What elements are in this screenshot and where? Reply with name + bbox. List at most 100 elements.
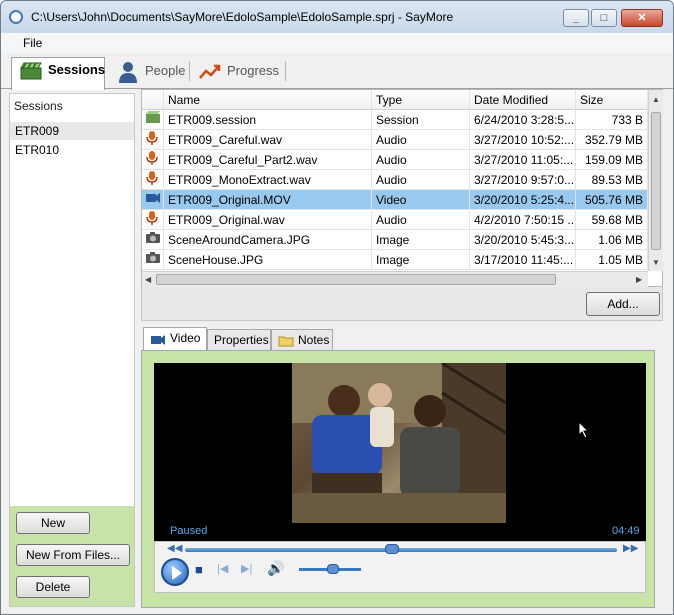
folder-icon — [278, 336, 294, 347]
file-date: 3/17/2010 11:45:... — [470, 250, 576, 270]
file-size: 59.68 MB — [576, 210, 648, 230]
playback-time: 04:49 — [612, 525, 640, 537]
close-button[interactable]: ✕ — [621, 9, 663, 27]
playback-status: Paused — [170, 525, 208, 537]
vertical-scroll-thumb[interactable] — [651, 112, 661, 250]
stop-icon[interactable]: ■ — [195, 562, 203, 577]
file-date: 3/20/2010 5:45:3... — [470, 230, 576, 250]
file-date: 4/2/2010 7:50:15 ... — [470, 210, 576, 230]
file-date: 3/27/2010 9:57:0... — [470, 170, 576, 190]
delete-session-button[interactable]: Delete — [16, 576, 90, 598]
scroll-left-icon[interactable]: ◀ — [145, 275, 151, 284]
table-row-selected[interactable]: ETR009_Original.MOV Video 3/20/2010 5:25… — [142, 190, 648, 210]
chart-trend-icon — [199, 64, 221, 79]
tab-divider — [189, 61, 190, 81]
video-frame-image — [292, 363, 506, 523]
table-row[interactable]: SceneHouse.JPG Image 3/17/2010 11:45:...… — [142, 250, 648, 270]
file-date: 6/24/2010 3:28:5... — [470, 110, 576, 130]
new-from-files-button[interactable]: New From Files... — [16, 544, 130, 566]
file-size: 505.76 MB — [576, 190, 648, 210]
rewind-icon[interactable]: ◀◀ — [167, 543, 182, 554]
video-player[interactable]: Paused 04:49 — [154, 363, 646, 541]
column-header-type[interactable]: Type — [372, 90, 470, 110]
scroll-up-icon[interactable]: ▲ — [652, 95, 660, 104]
minimize-icon: _ — [572, 12, 580, 24]
session-item-etr009[interactable]: ETR009 — [10, 122, 134, 140]
fast-forward-icon[interactable]: ▶▶ — [623, 543, 638, 554]
menu-bar: File — [1, 33, 673, 53]
new-session-button[interactable]: New — [16, 512, 90, 534]
mouse-cursor-icon — [578, 421, 590, 439]
tab-progress[interactable]: Progress — [191, 59, 283, 89]
file-name: ETR009_Original.MOV — [164, 190, 372, 210]
file-type: Audio — [372, 130, 470, 150]
minimize-button[interactable]: _ — [563, 9, 589, 27]
table-row[interactable]: ETR009_Original.wav Audio 4/2/2010 7:50:… — [142, 210, 648, 230]
video-frame[interactable] — [292, 363, 506, 523]
session-item-etr010[interactable]: ETR010 — [10, 141, 134, 159]
camera-icon — [146, 252, 160, 263]
sessions-header: Sessions — [14, 99, 63, 113]
file-type: Audio — [372, 150, 470, 170]
file-name: SceneHouse.JPG — [164, 250, 372, 270]
table-vertical-scrollbar[interactable]: ▲ ▼ — [648, 90, 663, 271]
tab-notes[interactable]: Notes — [271, 329, 333, 351]
scroll-right-icon[interactable]: ▶ — [636, 275, 642, 284]
column-header-date-modified[interactable]: Date Modified — [470, 90, 576, 110]
table-row[interactable]: SceneAroundCamera.JPG Image 3/20/2010 5:… — [142, 230, 648, 250]
table-row[interactable]: ETR009.session Session 6/24/2010 3:28:5.… — [142, 110, 648, 130]
file-date: 3/20/2010 5:25:4... — [470, 190, 576, 210]
scroll-down-icon[interactable]: ▼ — [652, 258, 660, 267]
column-header-size[interactable]: Size — [576, 90, 648, 110]
file-type: Video — [372, 190, 470, 210]
seek-thumb[interactable] — [385, 544, 400, 554]
tab-sessions[interactable]: Sessions — [11, 57, 105, 90]
file-type: Image — [372, 230, 470, 250]
file-type: Image — [372, 250, 470, 270]
previous-icon[interactable]: |◀ — [217, 562, 228, 575]
column-header-name[interactable]: Name — [164, 90, 372, 110]
file-name: ETR009_Careful_Part2.wav — [164, 150, 372, 170]
table-header: Name Type Date Modified Size — [142, 90, 648, 110]
volume-thumb[interactable] — [327, 564, 340, 574]
file-type: Audio — [372, 210, 470, 230]
person-icon — [119, 62, 137, 83]
file-size: 1.05 MB — [576, 250, 648, 270]
session-files-table: Name Type Date Modified Size ETR009.sess… — [141, 89, 663, 287]
table-horizontal-scrollbar[interactable]: ◀ ▶ — [142, 271, 648, 287]
sessions-button-panel: New New From Files... Delete — [10, 506, 134, 606]
file-size: 1.06 MB — [576, 230, 648, 250]
next-icon[interactable]: ▶| — [241, 562, 252, 575]
file-type: Session — [372, 110, 470, 130]
seek-bar[interactable] — [185, 548, 617, 552]
file-name: ETR009_Careful.wav — [164, 130, 372, 150]
main-tab-strip: Sessions People Progress — [1, 53, 673, 90]
video-camera-icon — [146, 193, 160, 203]
horizontal-scroll-thumb[interactable] — [156, 274, 556, 285]
clapperboard-icon — [20, 62, 42, 80]
file-date: 3/27/2010 11:05:... — [470, 150, 576, 170]
play-button[interactable] — [161, 558, 189, 586]
add-file-button[interactable]: Add... — [586, 292, 660, 316]
microphone-icon — [146, 131, 158, 145]
tab-people[interactable]: People — [109, 59, 187, 89]
file-size: 159.09 MB — [576, 150, 648, 170]
tab-video-label: Video — [170, 331, 201, 345]
title-bar[interactable]: C:\Users\John\Documents\SayMore\EdoloSam… — [1, 1, 673, 33]
file-date: 3/27/2010 10:52:... — [470, 130, 576, 150]
tab-people-label: People — [145, 63, 186, 78]
table-row[interactable]: ETR009_Careful.wav Audio 3/27/2010 10:52… — [142, 130, 648, 150]
microphone-icon — [146, 151, 158, 165]
table-row[interactable]: ETR009_MonoExtract.wav Audio 3/27/2010 9… — [142, 170, 648, 190]
tab-sessions-label: Sessions — [48, 62, 106, 77]
maximize-button[interactable]: □ — [591, 9, 617, 27]
tab-progress-label: Progress — [227, 63, 280, 78]
menu-file[interactable]: File — [23, 36, 42, 50]
window-title: C:\Users\John\Documents\SayMore\EdoloSam… — [31, 10, 454, 24]
volume-icon[interactable]: 🔊 — [267, 560, 284, 577]
file-type: Audio — [372, 170, 470, 190]
file-size: 733 B — [576, 110, 648, 130]
tab-video[interactable]: Video — [143, 327, 207, 351]
tab-properties[interactable]: Properties — [207, 329, 271, 351]
table-row[interactable]: ETR009_Careful_Part2.wav Audio 3/27/2010… — [142, 150, 648, 170]
